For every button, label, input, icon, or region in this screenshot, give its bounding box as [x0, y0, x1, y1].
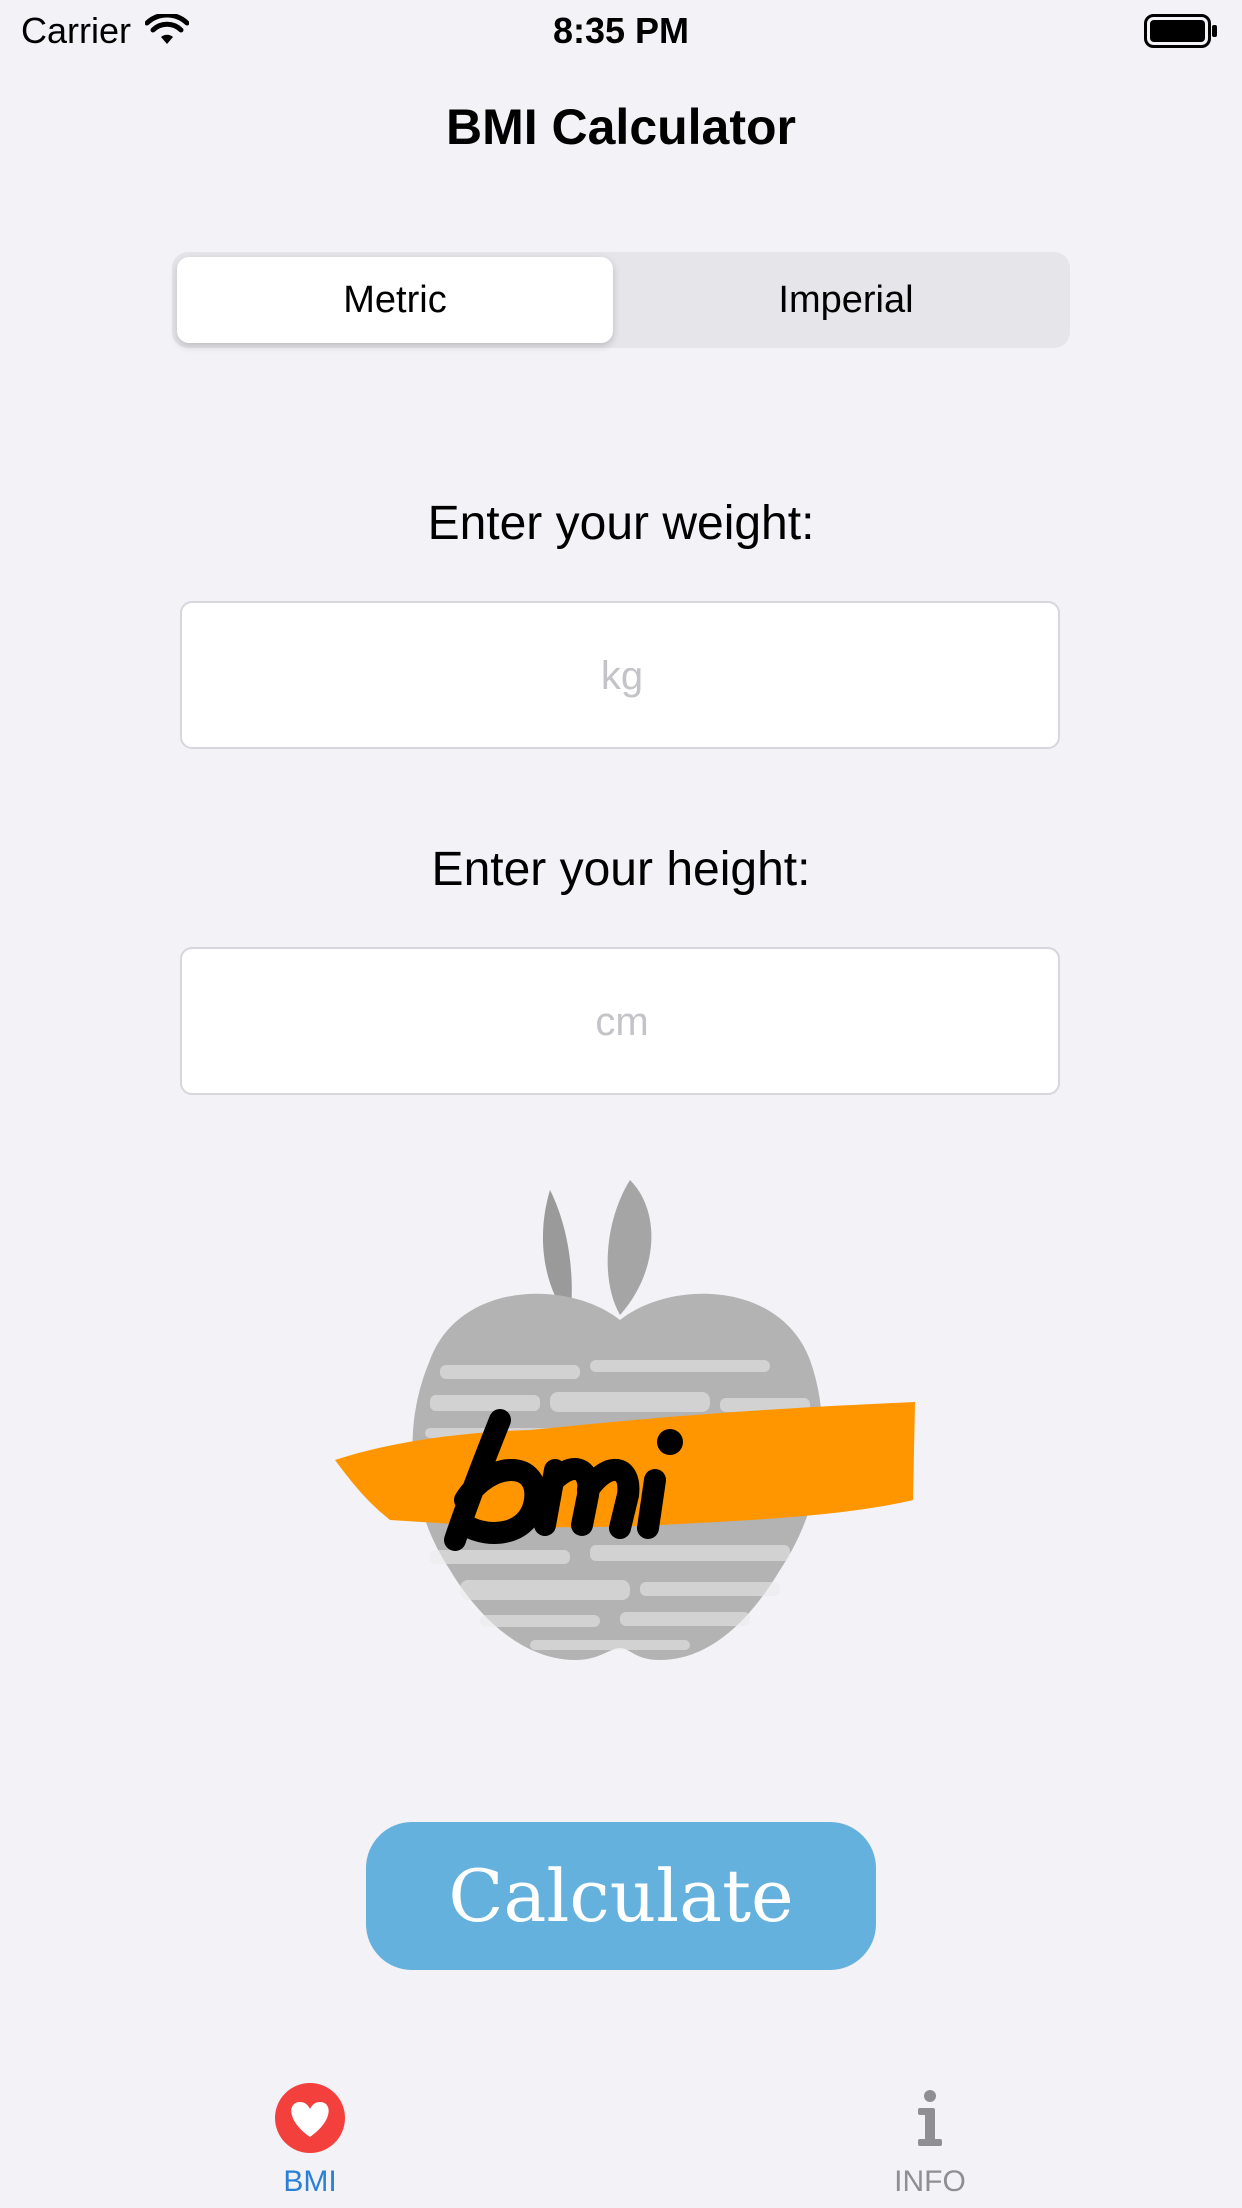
height-label: Enter your height: — [431, 843, 811, 896]
bmi-logo — [335, 1180, 915, 1660]
unit-segmented-control: Metric Imperial — [172, 252, 1070, 348]
tab-info-label: INFO — [894, 2165, 966, 2198]
tab-bar: BMI INFO — [0, 2060, 1242, 2208]
segment-metric[interactable]: Metric — [177, 257, 613, 343]
weight-input[interactable] — [182, 603, 1062, 749]
tab-bmi-label: BMI — [283, 2165, 337, 2198]
segment-imperial-label: Imperial — [778, 278, 914, 321]
segment-metric-label: Metric — [343, 278, 447, 321]
page-title: BMI Calculator — [445, 99, 797, 155]
segment-imperial[interactable]: Imperial — [628, 257, 1064, 343]
tab-bmi[interactable]: BMI — [210, 2082, 410, 2199]
height-input[interactable] — [182, 949, 1062, 1095]
tab-info[interactable]: INFO — [830, 2082, 1030, 2199]
weight-label: Enter your weight: — [427, 497, 815, 550]
battery-icon — [1144, 14, 1217, 48]
info-icon — [918, 2090, 942, 2146]
heart-icon — [275, 2083, 345, 2153]
status-bar: Carrier 8:35 PM — [0, 0, 1242, 60]
calculate-button[interactable]: Calculate — [366, 1822, 876, 1970]
status-time: 8:35 PM — [552, 10, 690, 51]
weight-field[interactable] — [180, 601, 1062, 749]
height-field[interactable] — [180, 947, 1062, 1095]
